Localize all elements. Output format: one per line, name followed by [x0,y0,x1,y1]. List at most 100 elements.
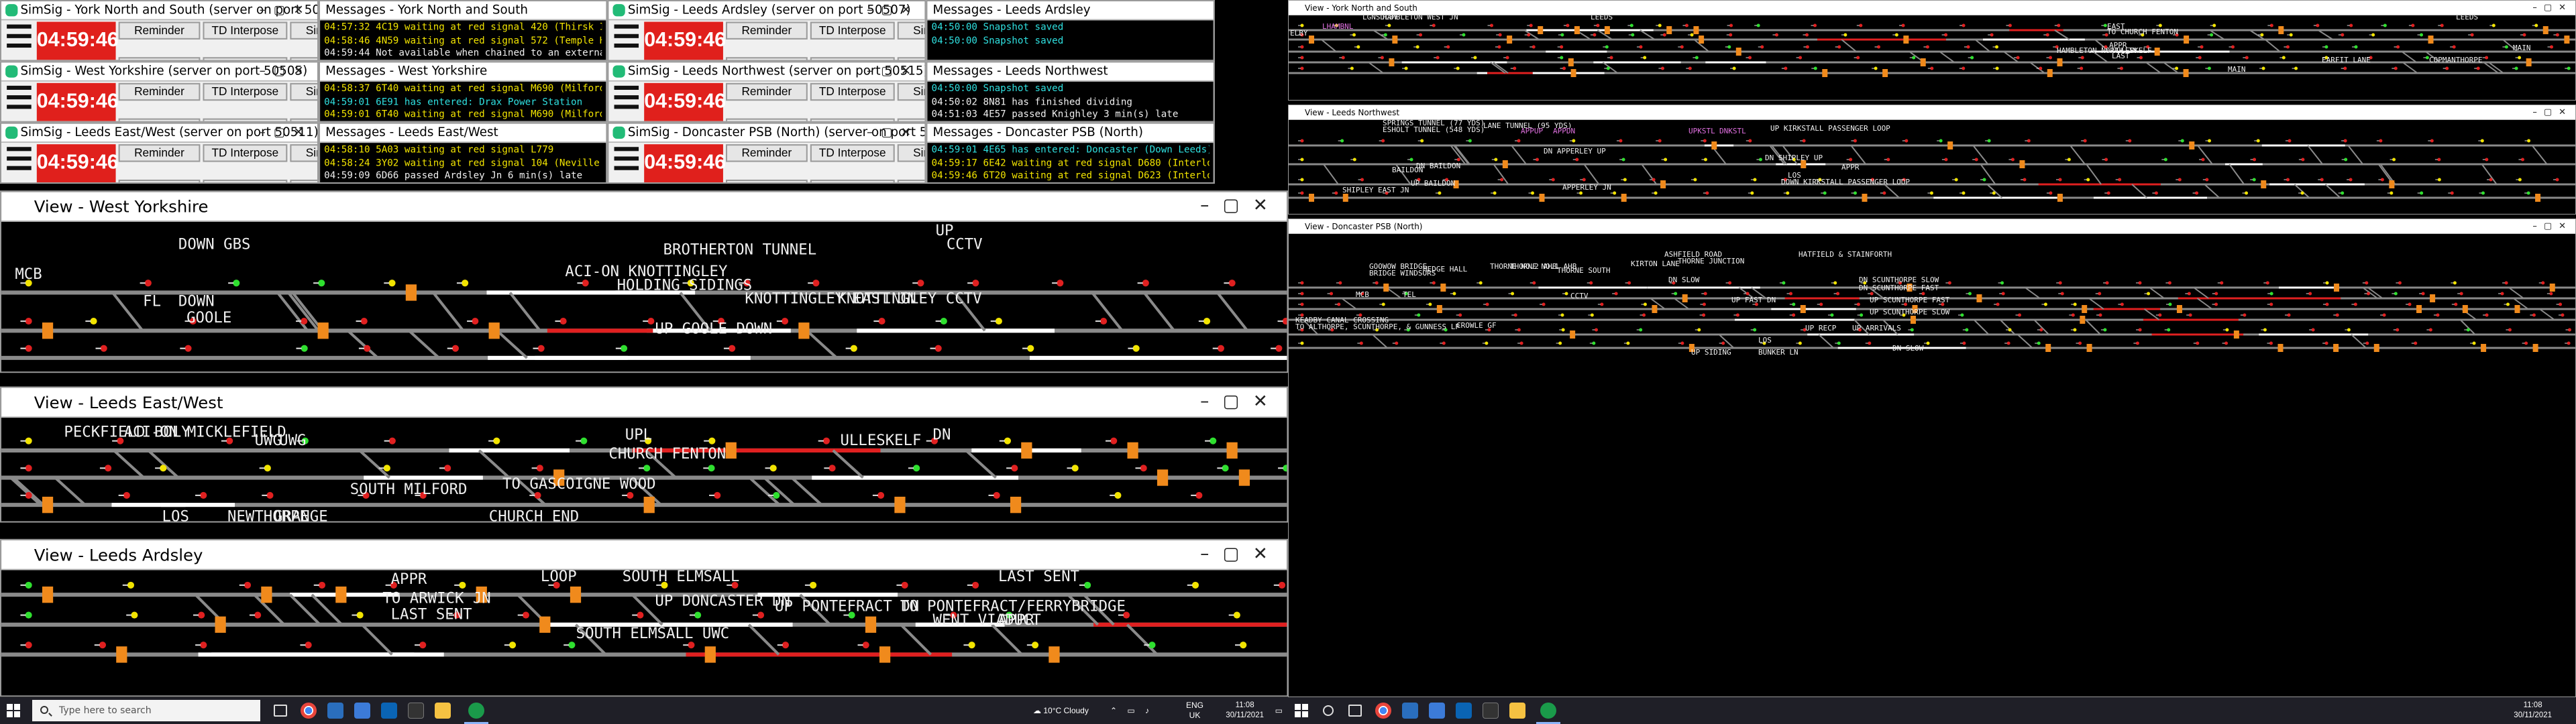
signal-aspect[interactable] [647,318,655,325]
berth-marker[interactable] [1010,496,1022,514]
search-icon[interactable] [1323,705,1334,716]
signal-aspect[interactable] [1278,581,1286,589]
signal-aspect[interactable] [1468,139,1472,143]
track-segment[interactable] [2402,62,2418,74]
signal-aspect[interactable] [2008,328,2012,332]
signal-aspect[interactable] [972,280,979,287]
isolation-button[interactable]: Isolation [725,179,808,183]
track-diagram-york[interactable]: LGNSDLBYHAMBLETON WEST JNLHAMBNLTO CHURC… [1289,15,2576,101]
track-segment[interactable] [54,477,87,506]
track-segment[interactable] [361,623,393,656]
berth-marker[interactable] [2082,305,2088,313]
signal-aspect[interactable] [1695,56,1699,60]
berth-marker[interactable] [1604,26,1610,34]
signal-aspect[interactable] [1643,56,1647,60]
simulation-clock[interactable]: 04:59:46 [36,21,119,60]
signal-aspect[interactable] [1697,328,1701,332]
signal-aspect[interactable] [2037,341,2041,345]
track-segment[interactable] [2307,145,2324,165]
signal-aspect[interactable] [694,611,702,619]
track-diagram-leeds-northwest[interactable]: SPRINGS TUNNEL (77 YDS)ESHOLT TUNNEL (54… [1289,120,2576,215]
reminder-button[interactable]: Reminder [725,144,808,162]
terminal-icon[interactable] [1483,703,1499,719]
signal-aspect[interactable] [1876,45,1880,49]
berth-marker[interactable] [1570,69,1576,77]
berth-marker[interactable] [865,616,877,633]
signal-aspect[interactable] [1432,281,1436,285]
berth-marker[interactable] [1383,284,1389,292]
signal-aspect[interactable] [1340,139,1344,143]
signal-aspect[interactable] [637,611,644,619]
mail-icon[interactable] [1402,703,1418,719]
signal-aspect[interactable] [1395,341,1399,345]
taskbar-clock[interactable]: 11:08 30/11/2021 [2514,701,2552,721]
signal-aspect[interactable] [2261,66,2265,70]
reminder-button[interactable]: Reminder [725,82,808,101]
track-segment[interactable] [2149,287,2165,299]
track-segment[interactable] [2088,298,2104,310]
view-leeds-northwest[interactable]: View - Leeds Northwest –▢✕ SPRINGS TUNNEL… [1288,105,2576,215]
signal-aspect[interactable] [388,280,396,287]
berth-marker[interactable] [1910,316,1916,324]
signal-aspect[interactable] [995,318,1002,325]
berth-marker[interactable] [2542,26,2548,34]
track-segment[interactable] [2459,319,2476,335]
signal-aspect[interactable] [2485,56,2489,60]
signal-aspect[interactable] [364,345,371,352]
signal-aspect[interactable] [1990,33,1994,37]
signal-aspect[interactable] [1380,56,1384,60]
message-log[interactable]: 04:59:01 4E65 has entered: Doncaster (Do… [927,143,1214,183]
signal-aspect[interactable] [1702,313,1706,317]
signal-aspect[interactable] [1802,139,1806,143]
signal-aspect[interactable] [2043,302,2047,306]
outlook-icon[interactable] [381,703,397,719]
task-view-icon[interactable] [274,705,287,717]
signal-aspect[interactable] [1904,139,1909,143]
signal-aspect[interactable] [1582,178,1586,182]
signal-aspect[interactable] [1300,45,1304,49]
signal-aspect[interactable] [2472,341,2476,345]
track-segment[interactable] [2318,29,2334,40]
track-segment[interactable] [478,449,511,479]
message-log[interactable]: 04:57:32 4C19 waiting at red signal 420 … [320,20,606,60]
signal-aspect[interactable] [773,491,780,499]
signal-aspect[interactable] [1680,45,1684,49]
berth-marker[interactable] [2057,194,2063,202]
signal-aspect[interactable] [1853,139,1857,143]
signal-aspect[interactable] [1456,158,1460,162]
signal-aspect[interactable] [2138,281,2142,285]
signal-aspect[interactable] [2414,341,2418,345]
signal-aspect[interactable] [968,642,975,649]
track-segment[interactable] [991,623,1023,656]
message-log[interactable]: 04:58:10 5A03 waiting at red signal L779… [320,143,606,183]
berth-marker[interactable] [1049,646,1060,663]
signal-aspect[interactable] [1300,292,1304,296]
signal-aspect[interactable] [1619,139,1623,143]
signal-aspect[interactable] [254,611,262,619]
signal-aspect[interactable] [2269,302,2273,306]
signal-aspect[interactable] [462,280,469,287]
message-log[interactable]: 04:50:00 Snapshot saved 04:50:02 8N81 has… [927,81,1214,121]
signal-aspect[interactable] [2187,292,2191,296]
signal-aspect[interactable] [2527,139,2531,143]
td-interpose-button[interactable]: TD Interpose [810,82,895,101]
signal-aspect[interactable] [1843,33,1847,37]
signal-aspect[interactable] [2163,158,2167,162]
signal-aspect[interactable] [2349,178,2353,182]
track-segment[interactable] [147,449,180,479]
signal-aspect[interactable] [1387,23,1391,27]
signal-aspect[interactable] [1613,191,1617,195]
signal-aspect[interactable] [1300,281,1304,285]
berth-marker[interactable] [2233,330,2239,339]
signal-aspect[interactable] [1283,465,1288,472]
signal-aspect[interactable] [2398,281,2402,285]
signal-aspect[interactable] [559,318,567,325]
signal-aspect[interactable] [2436,313,2440,317]
signal-aspect[interactable] [1623,178,1627,182]
track-segment[interactable] [2131,184,2147,198]
signal-aspect[interactable] [1748,56,1752,60]
signal-aspect[interactable] [1860,313,1864,317]
signal-aspect[interactable] [1228,280,1236,287]
signal-aspect[interactable] [90,318,97,325]
signal-aspect[interactable] [1729,23,1733,27]
